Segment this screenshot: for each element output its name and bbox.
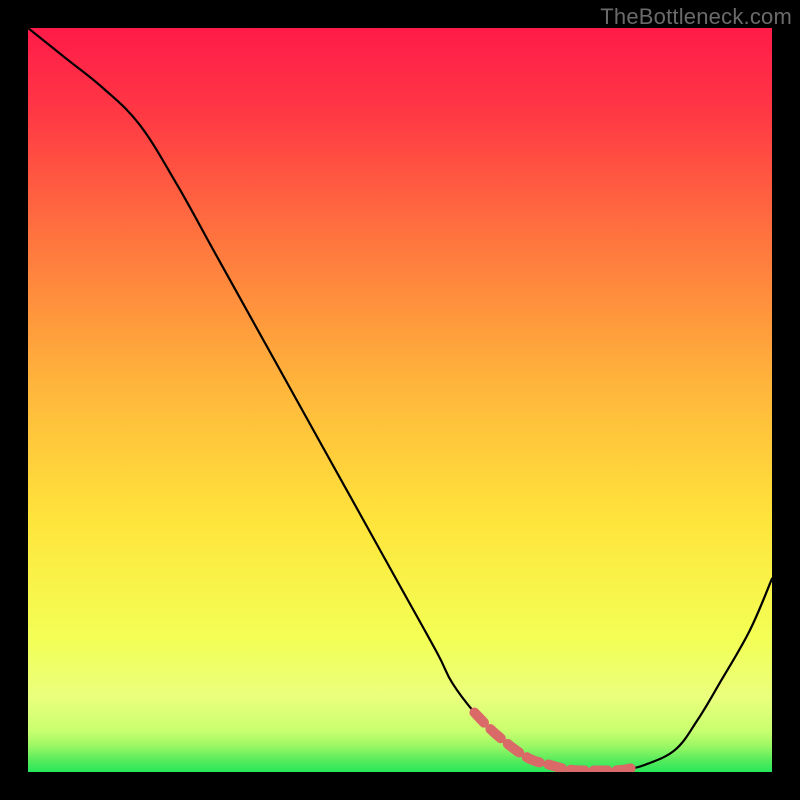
chart-frame: TheBottleneck.com bbox=[0, 0, 800, 800]
chart-svg bbox=[28, 28, 772, 772]
plot-area bbox=[28, 28, 772, 772]
gradient-background bbox=[28, 28, 772, 772]
watermark-text: TheBottleneck.com bbox=[600, 4, 792, 30]
